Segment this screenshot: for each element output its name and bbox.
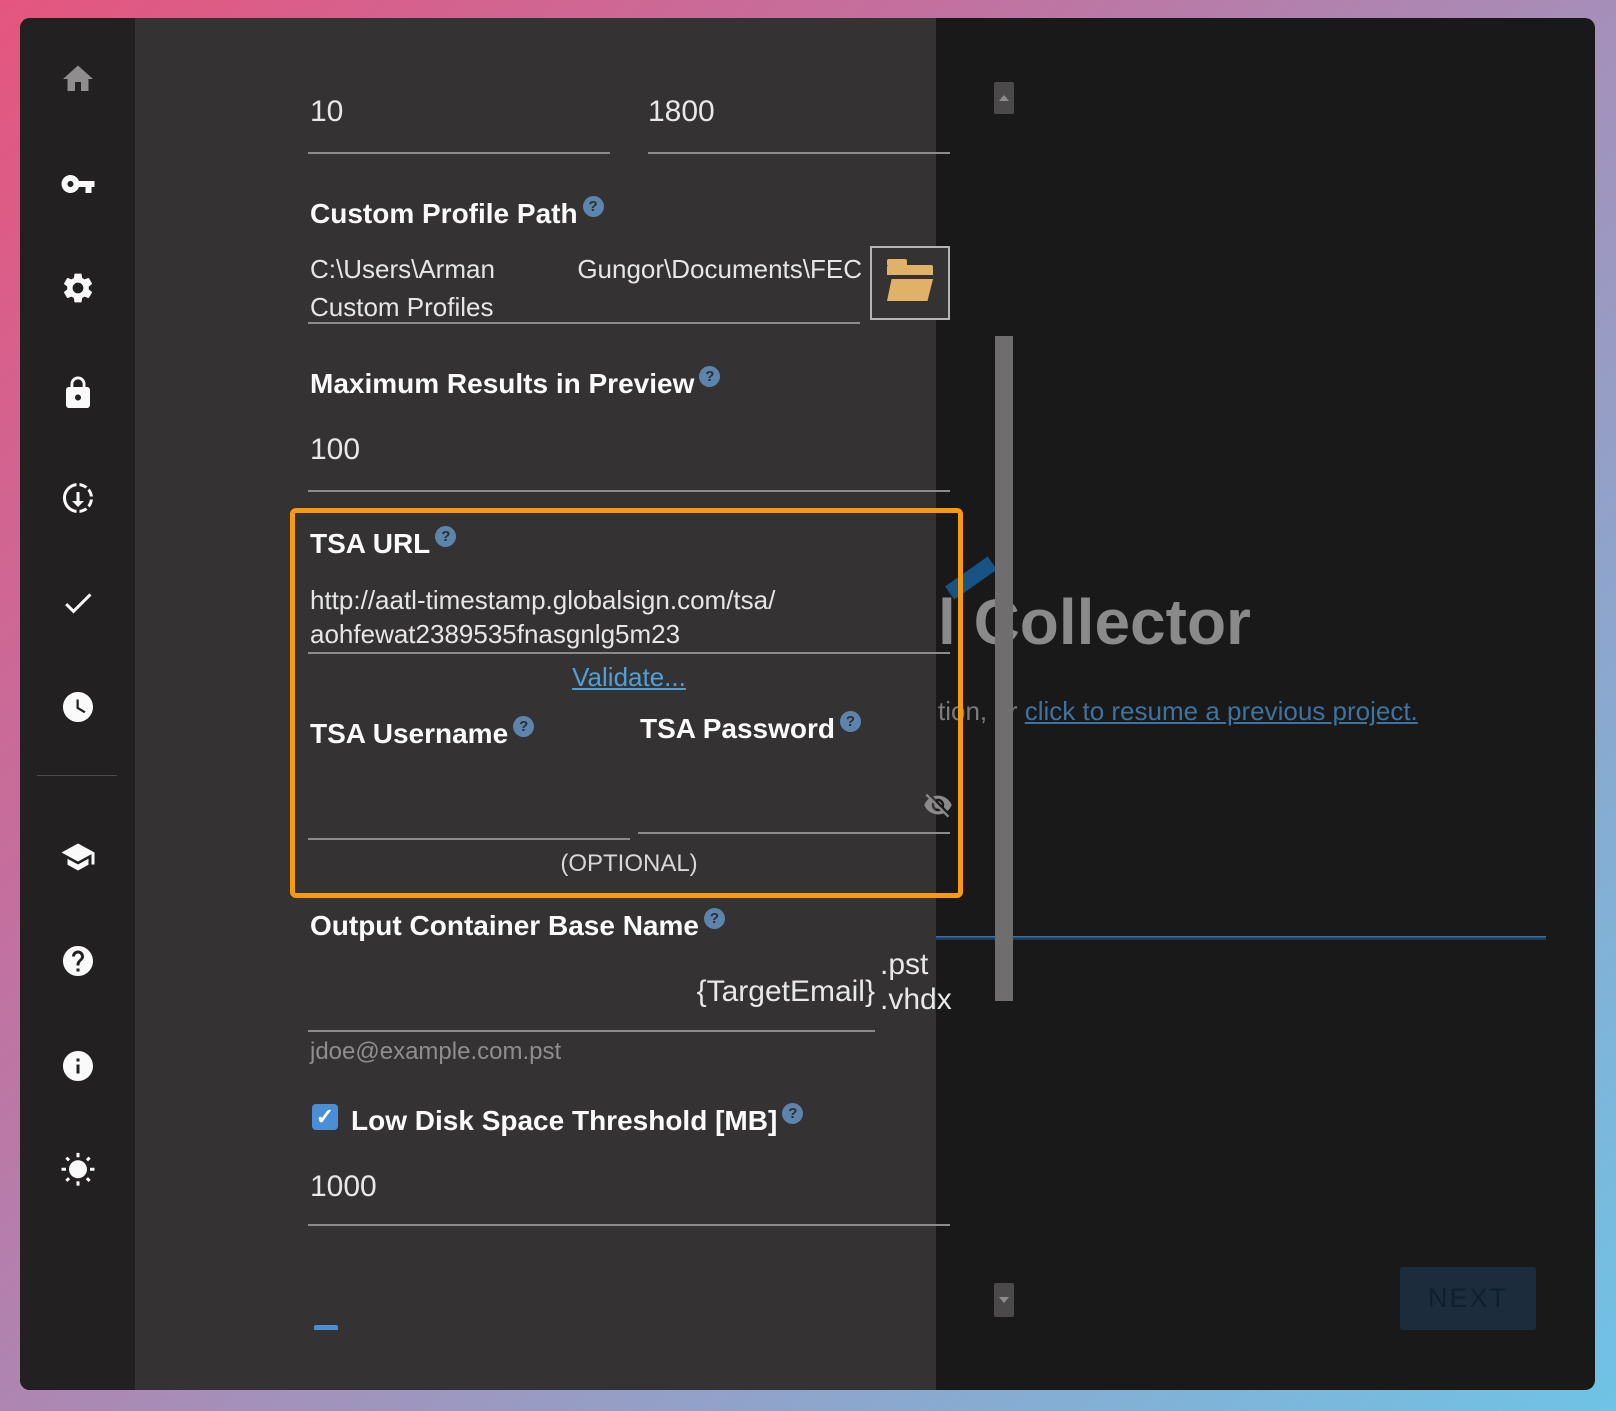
output-container-label: Output Container Base Name? xyxy=(310,910,725,942)
key-icon xyxy=(60,166,96,202)
sidebar-divider xyxy=(37,775,117,776)
tsa-username-label: TSA Username? xyxy=(310,718,534,750)
help-icon[interactable]: ? xyxy=(435,526,456,547)
validate-link[interactable]: Validate... xyxy=(572,662,686,692)
field-underline xyxy=(308,490,950,492)
scrollbar-down-button[interactable] xyxy=(994,1283,1014,1317)
custom-profile-path-input[interactable]: C:\Users\Arman Gungor\Documents\FEC Cust… xyxy=(310,250,862,326)
checkmark-icon xyxy=(60,585,96,621)
help-circle-icon xyxy=(60,943,96,979)
field-underline xyxy=(308,1224,950,1226)
open-folder-icon xyxy=(887,265,933,301)
low-disk-input[interactable]: 1000 xyxy=(310,1170,377,1204)
low-disk-checkbox[interactable]: ✓ xyxy=(312,1104,338,1130)
settings-panel: 10 1800 Custom Profile Path? C:\Users\Ar… xyxy=(135,18,936,1390)
validate-link-row: Validate... xyxy=(308,662,950,693)
partially-visible-checkbox xyxy=(314,1325,338,1330)
settings-gear-icon xyxy=(60,270,96,306)
help-icon[interactable]: ? xyxy=(782,1103,803,1124)
home-icon xyxy=(60,61,96,97)
extension-pst: .pst xyxy=(880,948,928,982)
tsa-password-input[interactable] xyxy=(638,832,950,834)
scrollbar-up-button[interactable] xyxy=(994,82,1014,114)
field-underline xyxy=(308,652,950,654)
custom-profile-path-label: Custom Profile Path? xyxy=(310,198,604,230)
sidebar-item-security[interactable] xyxy=(59,374,97,412)
sidebar-item-updates[interactable] xyxy=(59,479,97,517)
project-field-underline xyxy=(936,936,1546,940)
field-underline xyxy=(308,1030,875,1032)
help-icon[interactable]: ? xyxy=(583,196,604,217)
sidebar xyxy=(20,18,135,1390)
sidebar-item-learning[interactable] xyxy=(59,838,97,876)
tsa-url-input[interactable]: http://aatl-timestamp.globalsign.com/tsa… xyxy=(310,583,870,651)
extension-vhdx: .vhdx xyxy=(880,983,952,1017)
scrollbar-thumb[interactable] xyxy=(995,336,1013,1001)
output-container-hint: jdoe@example.com.pst xyxy=(310,1038,561,1066)
sidebar-item-settings[interactable] xyxy=(59,269,97,307)
sidebar-item-about[interactable] xyxy=(59,1047,97,1085)
clock-icon xyxy=(60,689,96,725)
info-circle-icon xyxy=(60,1048,96,1084)
field-underline xyxy=(308,152,610,154)
next-button[interactable]: NEXT xyxy=(1400,1267,1536,1330)
max-results-preview-label: Maximum Results in Preview? xyxy=(310,368,720,400)
help-icon[interactable]: ? xyxy=(513,716,534,737)
sidebar-item-home[interactable] xyxy=(59,60,97,98)
output-container-input[interactable]: {TargetEmail} xyxy=(308,975,875,1009)
resume-previous-project-link[interactable]: click to resume a previous project. xyxy=(1025,696,1418,726)
app-title-fragment: l Collector xyxy=(938,585,1251,659)
numeric-field-right[interactable]: 1800 xyxy=(648,95,715,129)
desktop-gradient-frame: l Collector tion, or click to resume a p… xyxy=(0,0,1616,1411)
sidebar-item-licensing[interactable] xyxy=(59,165,97,203)
app-window: l Collector tion, or click to resume a p… xyxy=(20,18,1595,1390)
downloading-icon xyxy=(60,480,96,516)
tsa-username-input[interactable] xyxy=(308,838,630,840)
arrow-up-icon xyxy=(999,95,1009,101)
brightness-sun-icon xyxy=(60,1152,96,1188)
graduation-cap-icon xyxy=(60,839,96,875)
sidebar-item-theme[interactable] xyxy=(59,1151,97,1189)
max-results-preview-input[interactable]: 100 xyxy=(310,433,360,467)
lock-icon xyxy=(60,375,96,411)
visibility-off-icon[interactable] xyxy=(923,790,953,820)
help-icon[interactable]: ? xyxy=(840,711,861,732)
tsa-password-label: TSA Password? xyxy=(640,713,861,745)
sidebar-item-help[interactable] xyxy=(59,942,97,980)
optional-note: (OPTIONAL) xyxy=(308,850,950,878)
numeric-field-left[interactable]: 10 xyxy=(310,95,343,129)
browse-folder-button[interactable] xyxy=(870,246,950,320)
help-icon[interactable]: ? xyxy=(704,908,725,929)
sidebar-item-history[interactable] xyxy=(59,688,97,726)
low-disk-label: Low Disk Space Threshold [MB]? xyxy=(351,1105,803,1137)
sidebar-item-validation[interactable] xyxy=(59,584,97,622)
arrow-down-icon xyxy=(999,1297,1009,1303)
field-underline xyxy=(308,322,860,324)
tsa-url-label: TSA URL? xyxy=(310,528,456,560)
help-icon[interactable]: ? xyxy=(699,366,720,387)
field-underline xyxy=(648,152,950,154)
